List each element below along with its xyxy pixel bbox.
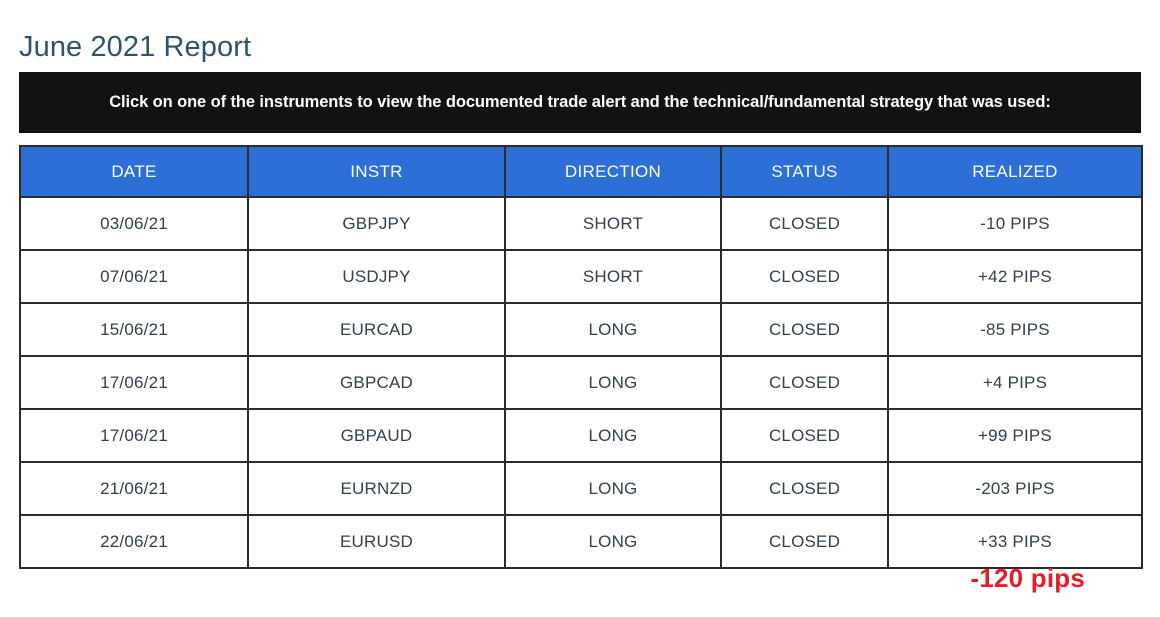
column-header-realized[interactable]: REALIZED (887, 145, 1143, 198)
cell-realized: -203 PIPS (887, 461, 1143, 516)
cell-status: CLOSED (720, 514, 889, 569)
cell-instrument[interactable]: EURUSD (247, 514, 506, 569)
table-row[interactable]: 03/06/21 GBPJPY SHORT CLOSED -10 PIPS (19, 196, 1143, 251)
cell-status: CLOSED (720, 408, 889, 463)
instructions-banner-text: Click on one of the instruments to view … (109, 93, 1051, 111)
trades-table: DATE INSTR DIRECTION STATUS REALIZED 03/… (19, 145, 1143, 569)
trades-table-header: DATE INSTR DIRECTION STATUS REALIZED (19, 145, 1143, 198)
cell-instrument[interactable]: EURCAD (247, 302, 506, 357)
cell-date: 03/06/21 (19, 196, 249, 251)
column-header-date[interactable]: DATE (19, 145, 249, 198)
cell-date: 15/06/21 (19, 302, 249, 357)
cell-instrument[interactable]: GBPJPY (247, 196, 506, 251)
cell-direction: LONG (504, 408, 722, 463)
cell-realized: -10 PIPS (887, 196, 1143, 251)
cell-date: 17/06/21 (19, 355, 249, 410)
cell-realized: +42 PIPS (887, 249, 1143, 304)
trades-table-body: 03/06/21 GBPJPY SHORT CLOSED -10 PIPS 07/06/2… (19, 196, 1143, 569)
cell-direction: LONG (504, 461, 722, 516)
cell-date: 21/06/21 (19, 461, 249, 516)
cell-instrument[interactable]: EURNZD (247, 461, 506, 516)
table-row[interactable]: 15/06/21 EURCAD LONG CLOSED -85 PIPS (19, 302, 1143, 357)
cell-realized: -85 PIPS (887, 302, 1143, 357)
cell-status: CLOSED (720, 355, 889, 410)
table-header-row: DATE INSTR DIRECTION STATUS REALIZED (19, 145, 1143, 198)
cell-direction: SHORT (504, 196, 722, 251)
cell-realized: +4 PIPS (887, 355, 1143, 410)
page-title: June 2021 Report (19, 31, 252, 64)
instructions-banner: Click on one of the instruments to view … (19, 72, 1141, 133)
cell-direction: LONG (504, 514, 722, 569)
total-pips: -120 pips (970, 563, 1085, 593)
column-header-status[interactable]: STATUS (720, 145, 889, 198)
cell-instrument[interactable]: USDJPY (247, 249, 506, 304)
table-row[interactable]: 21/06/21 EURNZD LONG CLOSED -203 PIPS (19, 461, 1143, 516)
cell-direction: LONG (504, 355, 722, 410)
cell-realized: +99 PIPS (887, 408, 1143, 463)
column-header-direction[interactable]: DIRECTION (504, 145, 722, 198)
cell-status: CLOSED (720, 249, 889, 304)
cell-direction: SHORT (504, 249, 722, 304)
table-row[interactable]: 17/06/21 GBPCAD LONG CLOSED +4 PIPS (19, 355, 1143, 410)
cell-date: 07/06/21 (19, 249, 249, 304)
cell-status: CLOSED (720, 196, 889, 251)
table-row[interactable]: 22/06/21 EURUSD LONG CLOSED +33 PIPS (19, 514, 1143, 569)
cell-date: 17/06/21 (19, 408, 249, 463)
cell-instrument[interactable]: GBPAUD (247, 408, 506, 463)
cell-instrument[interactable]: GBPCAD (247, 355, 506, 410)
report-page: June 2021 Report Click on one of the ins… (0, 0, 1160, 617)
cell-direction: LONG (504, 302, 722, 357)
table-row[interactable]: 07/06/21 USDJPY SHORT CLOSED +42 PIPS (19, 249, 1143, 304)
cell-status: CLOSED (720, 302, 889, 357)
cell-status: CLOSED (720, 461, 889, 516)
cell-date: 22/06/21 (19, 514, 249, 569)
column-header-instr[interactable]: INSTR (247, 145, 506, 198)
cell-realized: +33 PIPS (887, 514, 1143, 569)
table-row[interactable]: 17/06/21 GBPAUD LONG CLOSED +99 PIPS (19, 408, 1143, 463)
